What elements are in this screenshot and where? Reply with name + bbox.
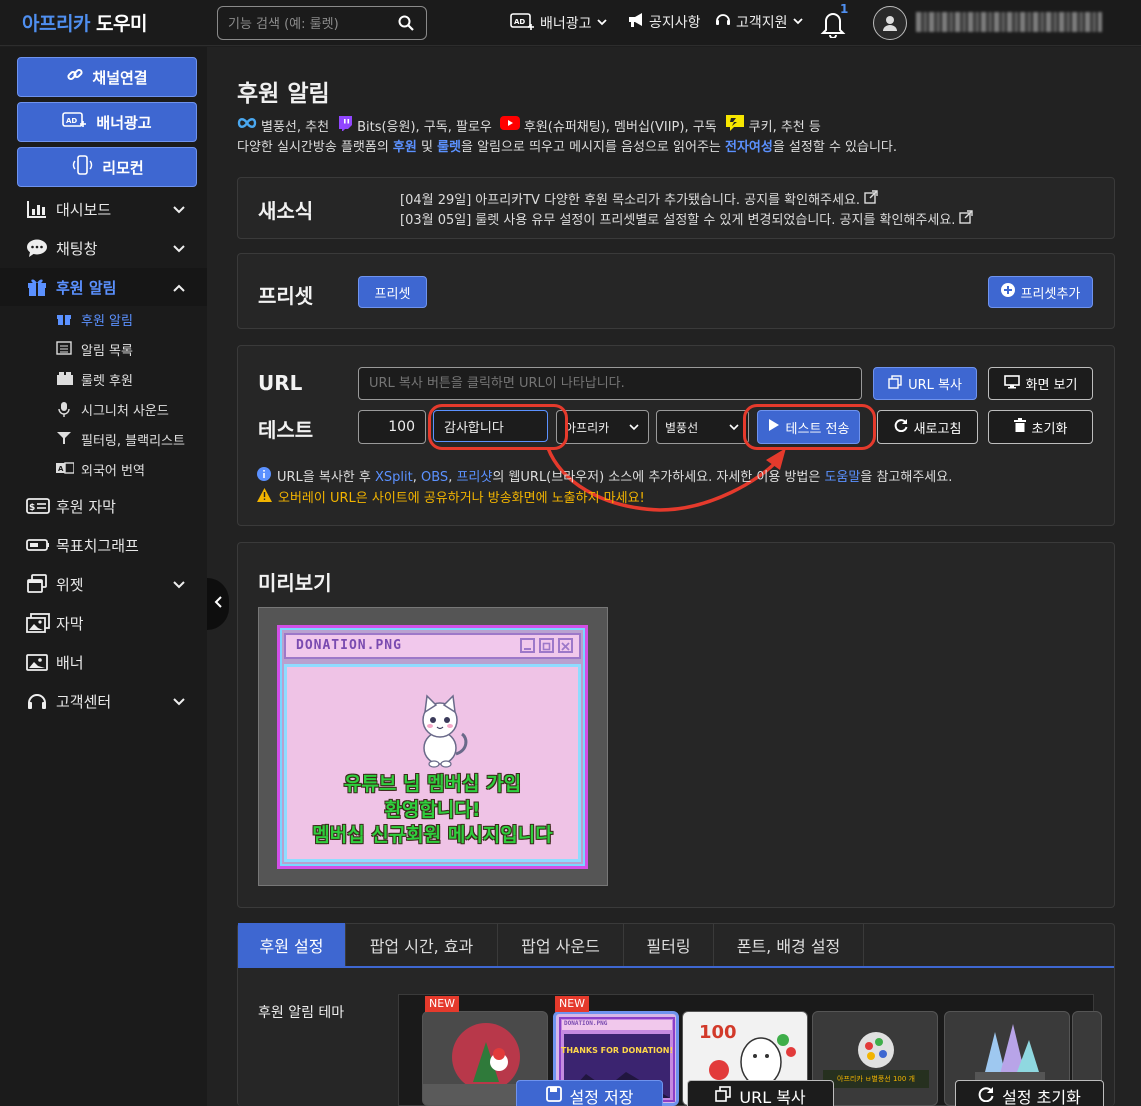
- reset-settings-label: 설정 초기화: [1002, 1088, 1081, 1106]
- thumb-window-title: DONATION.PNG: [564, 1020, 608, 1027]
- prism-link[interactable]: 프리샷: [456, 470, 492, 485]
- usage-info: URL을 복사한 후 XSplit, OBS, 프리샷의 웹URL(브라우저) …: [257, 466, 952, 485]
- tab-font-background[interactable]: 폰트, 배경 설정: [714, 923, 864, 966]
- settings-tabs: 후원 설정 팝업 시간, 효과 팝업 사운드 필터링 폰트, 배경 설정: [238, 923, 1114, 968]
- info-text: ,: [412, 470, 421, 485]
- overlay-warning: 오버레이 URL은 사이트에 공유하거나 방송화면에 노출하지 마세요!: [257, 487, 645, 506]
- tab-donation-settings[interactable]: 후원 설정: [238, 923, 346, 966]
- alert-window-title: DONATION.PNG: [296, 638, 402, 653]
- save-icon: [545, 1086, 562, 1106]
- alert-message-line2: 환영합니다!: [384, 799, 481, 821]
- preview-title: 미리보기: [258, 571, 332, 595]
- refresh-icon: [978, 1086, 994, 1106]
- warning-icon: [257, 487, 272, 506]
- save-settings-button[interactable]: 설정 저장: [516, 1080, 663, 1106]
- thumb-thanks-text: THANKS FOR DONATION!: [560, 1046, 674, 1055]
- info-text: 을 참고해주세요.: [860, 470, 953, 485]
- info-circle-icon: [257, 466, 271, 485]
- xsplit-link[interactable]: XSplit: [375, 470, 413, 485]
- new-badge: NEW: [425, 996, 460, 1012]
- tab-popup-time-effect[interactable]: 팝업 시간, 효과: [346, 923, 498, 966]
- thumb-balloon-text: 아프리카 ㅂ별풍선 100 개: [837, 1075, 915, 1083]
- tab-popup-sound[interactable]: 팝업 사운드: [498, 923, 624, 966]
- minimize-icon: [520, 638, 535, 653]
- new-badge: NEW: [555, 996, 590, 1012]
- help-link[interactable]: 도움말: [824, 470, 860, 485]
- close-icon: [558, 638, 573, 653]
- footer-url-copy-label: URL 복사: [739, 1088, 806, 1106]
- thumb-100-number: 100: [699, 1022, 737, 1043]
- info-text: 의 웹URL(브라우저) 소스에 추가하세요. 자세한 이용 방법은: [492, 470, 825, 485]
- footer-url-copy-button[interactable]: URL 복사: [687, 1080, 834, 1106]
- warning-text: 오버레이 URL은 사이트에 공유하거나 방송화면에 노출하지 마세요!: [278, 491, 645, 506]
- cat-mascot-icon: [422, 694, 468, 768]
- maximize-icon: [539, 638, 554, 653]
- theme-label: 후원 알림 테마: [258, 1005, 345, 1021]
- alert-message-line3: 멤버십 신규회원 메시지입니다: [312, 824, 553, 846]
- save-settings-label: 설정 저장: [569, 1088, 634, 1106]
- copy-icon: [715, 1086, 732, 1106]
- tab-filtering[interactable]: 필터링: [624, 923, 714, 966]
- info-text: URL을 복사한 후: [277, 470, 375, 485]
- alert-message-line1: 유튜브 님 멤버십 가입: [343, 773, 522, 795]
- reset-settings-button[interactable]: 설정 초기화: [955, 1080, 1104, 1106]
- obs-link[interactable]: OBS: [421, 470, 448, 485]
